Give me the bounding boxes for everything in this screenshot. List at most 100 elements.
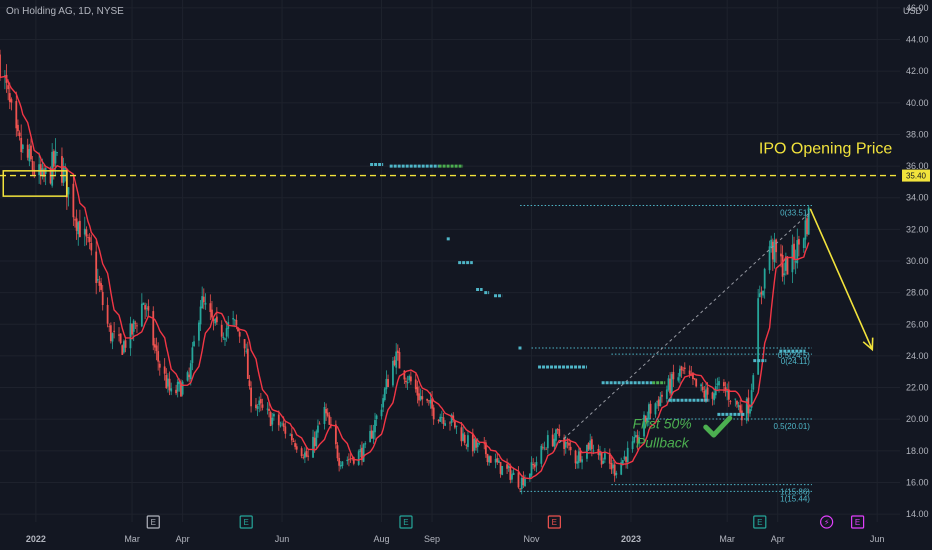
candle-body: [315, 431, 318, 447]
candle-body: [382, 398, 385, 408]
candle-body: [558, 429, 561, 436]
candle-body: [711, 392, 714, 399]
candle-body: [30, 145, 32, 160]
candle-body: [455, 425, 458, 427]
candle-body: [214, 318, 217, 324]
candle-body: [245, 350, 248, 352]
y-tick-label: 18.00: [906, 446, 929, 456]
candle-body: [437, 419, 440, 422]
candle-body: [359, 449, 362, 453]
candle-body: [246, 348, 249, 379]
candle-body: [292, 441, 295, 442]
candle-body: [232, 318, 235, 320]
candle-body: [762, 290, 764, 296]
candle-body: [512, 472, 515, 475]
y-tick-label: 42.00: [906, 66, 929, 76]
candle-body: [317, 425, 319, 433]
candle-body: [581, 459, 583, 463]
candle-body: [170, 388, 173, 392]
candle-body: [460, 427, 463, 442]
candle-body: [414, 379, 417, 390]
candle-body: [155, 345, 158, 352]
candle-body: [546, 435, 549, 449]
candle-body: [749, 409, 751, 414]
candle-body: [716, 383, 719, 385]
candle-body: [189, 363, 192, 380]
candle-body: [489, 456, 492, 463]
candle-body: [736, 400, 738, 405]
candle-body: [318, 423, 321, 425]
candle-body: [771, 241, 774, 260]
candle-body: [786, 256, 789, 275]
candle-body: [370, 430, 373, 439]
candle-body: [202, 296, 205, 303]
candle-body: [757, 298, 760, 375]
candle-body: [763, 268, 766, 289]
candle-body: [222, 337, 225, 338]
candle-body: [453, 421, 456, 428]
candle-body: [72, 183, 75, 218]
candle-body: [305, 451, 308, 457]
candle-body: [140, 303, 143, 327]
x-tick-label: 2023: [621, 534, 641, 544]
candle-body: [471, 433, 474, 452]
candle-body: [419, 395, 422, 400]
candle-body: [225, 328, 228, 337]
candle-body: [631, 441, 634, 450]
candle-body: [56, 152, 58, 153]
candle-body: [528, 473, 531, 479]
candle-body: [124, 340, 127, 348]
candle-body: [739, 405, 742, 413]
candle-body: [793, 243, 795, 260]
candle-body: [802, 238, 805, 248]
chart-annotation: IPO Opening Price: [759, 140, 893, 157]
candle-body: [507, 466, 510, 468]
y-tick-label: 16.00: [906, 477, 929, 487]
candle-body: [408, 376, 411, 381]
candle-body: [303, 452, 306, 458]
x-tick-label: Apr: [176, 534, 190, 544]
candle-body: [418, 393, 420, 401]
candle-body: [39, 164, 42, 176]
candle-body: [543, 447, 546, 449]
candle-body: [61, 156, 63, 183]
candle-body: [273, 414, 275, 417]
candle-body: [10, 99, 13, 103]
y-tick-label: 26.00: [906, 319, 929, 329]
candle-body: [111, 333, 114, 342]
candle-body: [535, 461, 538, 466]
candle-body: [108, 326, 111, 328]
candle-body: [268, 408, 270, 411]
candle-body: [612, 464, 614, 469]
candle-body: [520, 477, 523, 490]
candle-body: [589, 440, 592, 451]
candle-body: [398, 352, 401, 369]
candle-body: [295, 446, 298, 450]
candle-body: [501, 465, 504, 476]
event-marker-label: E: [403, 518, 408, 527]
candle-body: [488, 456, 491, 463]
candle-body: [38, 164, 41, 176]
candle-body: [533, 464, 536, 468]
candle-body: [621, 460, 624, 464]
candle-body: [703, 390, 706, 398]
candle-body: [564, 441, 567, 448]
candle-body: [193, 341, 195, 347]
price-chart[interactable]: 14.00 16.00 18.00 20.00 22.00 24.00 26.00 28.00…: [0, 0, 932, 550]
candle-body: [773, 240, 776, 263]
candle-body: [109, 325, 112, 342]
x-tick-label: Jun: [870, 534, 885, 544]
y-tick-label: 44.00: [906, 35, 929, 45]
y-tick-label: 20.00: [906, 414, 929, 424]
candle-body: [52, 151, 55, 167]
x-tick-label: Aug: [374, 534, 390, 544]
candle-body: [215, 316, 218, 323]
candle-body: [165, 375, 168, 389]
candle-body: [780, 253, 782, 257]
candle-body: [300, 448, 303, 457]
candle-body: [610, 462, 613, 470]
candle-body: [409, 376, 412, 382]
candle-body: [574, 450, 577, 464]
candle-body: [101, 291, 104, 305]
candle-body: [393, 360, 396, 366]
